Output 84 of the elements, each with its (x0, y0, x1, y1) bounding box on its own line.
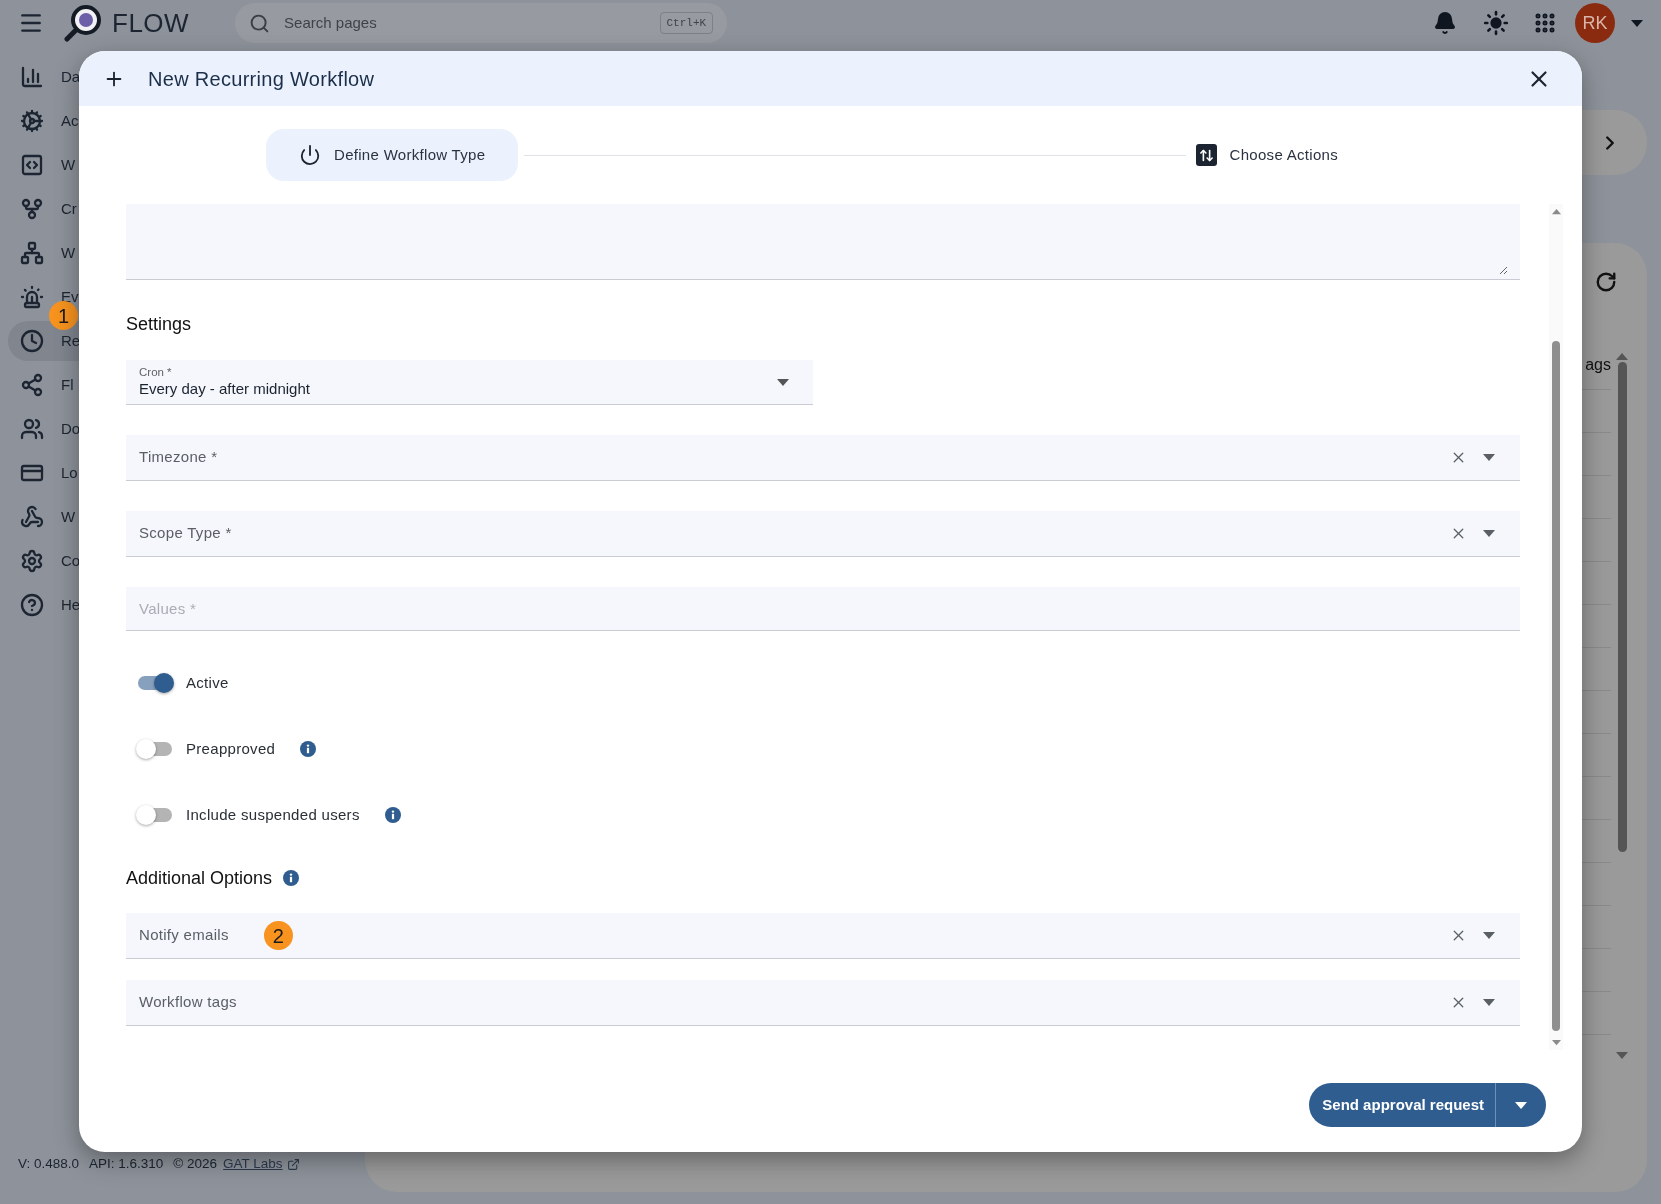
fork-icon (20, 197, 44, 221)
toggle-label: Include suspended users (186, 804, 360, 825)
toggle-switch[interactable] (136, 673, 174, 693)
search-input[interactable]: Search pages (284, 11, 660, 35)
number-badge: 2 (263, 921, 293, 950)
autocomplete-field[interactable]: Scope Type * (126, 511, 1520, 557)
sidebar-item[interactable]: Co (8, 541, 120, 581)
company-link[interactable]: GAT Labs (223, 1154, 283, 1175)
field-value: Every day - after midnight (139, 379, 310, 399)
user-avatar[interactable]: RK (1575, 3, 1615, 43)
scroll-down-icon[interactable] (1551, 1039, 1561, 1046)
version-text: V: 0.488.0 (18, 1155, 80, 1173)
scroll-up-icon[interactable] (1616, 353, 1628, 360)
caret-icon[interactable] (1483, 530, 1495, 537)
caret-icon[interactable] (1483, 932, 1495, 939)
field-label: Scope Type * (139, 523, 232, 544)
scrollbar-thumb[interactable] (1617, 362, 1627, 852)
section-heading: Additional Options (126, 866, 273, 890)
scroll-down-icon[interactable] (1616, 1052, 1628, 1059)
send-approval-button[interactable]: Send approval request (1309, 1083, 1496, 1127)
sidebar-item[interactable]: Ac (8, 101, 120, 141)
people-icon (20, 417, 44, 441)
stepper-step[interactable]: Define Workflow Type (266, 129, 519, 181)
code-window-icon (20, 153, 44, 177)
scroll-up-icon[interactable] (1551, 208, 1561, 215)
hierarchy-icon (20, 241, 44, 265)
dialog-title: New Recurring Workflow (148, 66, 375, 92)
field-label: Timezone * (139, 447, 218, 468)
resize-handle-icon[interactable] (1499, 266, 1508, 275)
bar-chart-icon (20, 65, 44, 89)
bell-icon[interactable] (1433, 11, 1457, 35)
search-field[interactable]: Search pages Ctrl+K (235, 3, 728, 43)
sidebar-item[interactable]: Da (8, 57, 120, 97)
caret-icon[interactable] (1483, 999, 1495, 1006)
app-title: FLOW (112, 6, 190, 40)
sidebar-item[interactable]: Fl (8, 365, 120, 405)
toggle-switch[interactable] (136, 739, 174, 759)
theme-icon[interactable] (1483, 10, 1509, 36)
search-icon (249, 12, 271, 34)
autocomplete-field[interactable]: Timezone * (126, 435, 1520, 481)
autocomplete-field[interactable]: Workflow tags (126, 980, 1520, 1026)
scrollbar-thumb[interactable] (1552, 341, 1560, 1031)
sidebar-item[interactable]: W (8, 233, 120, 273)
gear-icon (20, 109, 44, 133)
caret-icon[interactable] (1483, 454, 1495, 461)
account-caret-icon[interactable] (1631, 19, 1643, 27)
toggle-label: Active (186, 672, 229, 693)
sidebar-item[interactable]: Do (8, 409, 120, 449)
section-heading: Settings (126, 313, 193, 336)
stepper-step[interactable]: Choose Actions (1191, 129, 1342, 181)
column-header: ags (1585, 355, 1611, 375)
settings-icon (20, 549, 44, 573)
info-icon[interactable] (300, 741, 317, 757)
field-label: Notify emails (139, 925, 229, 946)
info-icon[interactable] (283, 870, 300, 886)
sidebar-item[interactable]: He (8, 585, 120, 625)
caret-icon[interactable] (777, 378, 789, 386)
power-icon (299, 144, 321, 166)
caret-icon[interactable] (1515, 1101, 1527, 1109)
apps-grid-icon[interactable] (1533, 11, 1557, 35)
clock-icon (20, 329, 44, 353)
info-icon[interactable] (384, 807, 401, 823)
toggle-label: Preapproved (186, 738, 276, 759)
swap-icon (1195, 144, 1217, 166)
sidebar-item[interactable]: W (8, 145, 120, 185)
logo-icon[interactable] (64, 4, 102, 42)
refresh-icon[interactable] (1595, 271, 1617, 293)
toggle-switch[interactable] (136, 805, 174, 825)
cron-select[interactable]: Cron * Every day - after midnight (126, 360, 813, 405)
external-link-icon (286, 1157, 300, 1171)
sidebar-item[interactable]: Cr (8, 189, 120, 229)
sidebar-item[interactable]: W (8, 497, 120, 537)
sidebar-item[interactable]: Lo (8, 453, 120, 493)
copyright-text: © 2026 (173, 1155, 218, 1173)
api-version-text: API: 1.6.310 (89, 1155, 164, 1173)
values-field[interactable]: Values * (126, 587, 1520, 631)
webhook-icon (20, 505, 44, 529)
alarm-light-icon (20, 285, 44, 309)
field-label: Cron * (139, 365, 173, 379)
help-icon (20, 593, 44, 617)
field-label: Workflow tags (139, 992, 237, 1013)
nodes-icon (20, 373, 44, 397)
autocomplete-field[interactable]: Notify emails 2 (126, 913, 1520, 959)
shortcut-hint: Ctrl+K (659, 11, 714, 35)
